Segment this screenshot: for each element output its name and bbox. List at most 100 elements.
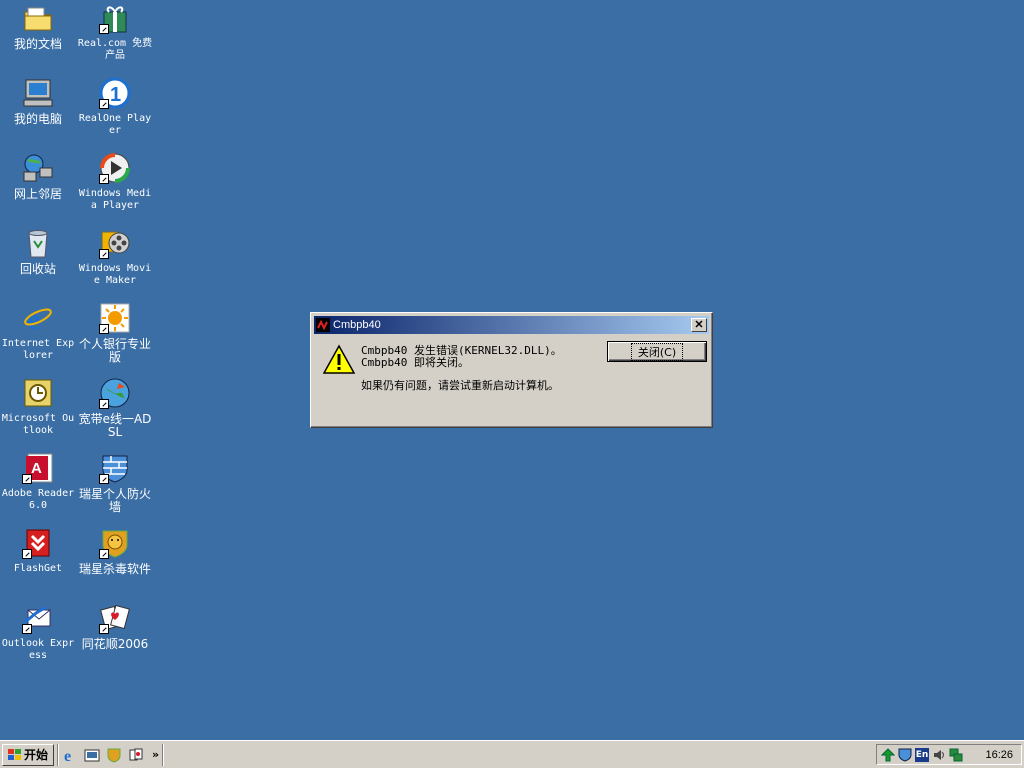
icon-label: Microsoft Outlook [1,413,75,436]
svg-text:e: e [27,303,40,334]
system-tray: En 16:26 [876,744,1022,765]
message-line-closing: Cmbpb40 即将关闭。 [361,356,469,369]
real-gift-icon [99,2,131,34]
firewall-icon [99,452,131,484]
desktop-icon-internet-explorer[interactable]: e Internet Explorer [0,302,76,362]
desktop-icon-rising-firewall[interactable]: 瑞星个人防火墙 [77,452,153,514]
media-player-icon [99,152,131,184]
svg-text:e: e [64,748,71,763]
desktop-icon-rising-antivirus[interactable]: 瑞星杀毒软件 [77,527,153,576]
dialog-message: Cmbpb40 发生错误(KERNEL32.DLL)。 Cmbpb40 即将关闭… [361,345,562,392]
volume-tray-icon[interactable] [932,748,946,762]
message-line-restart-hint: 如果仍有问题，请尝试重新启动计算机。 [361,379,559,392]
desktop-icon-windows-media-player[interactable]: Windows Media Player [77,152,153,212]
shortcut-arrow-icon [99,99,109,109]
desktop-icon-my-computer[interactable]: 我的电脑 [0,77,76,126]
start-label: 开始 [23,748,48,762]
network-icon [22,152,54,184]
quicklaunch-show-desktop-icon[interactable] [84,747,100,763]
shortcut-arrow-icon [99,174,109,184]
desktop-icon-adobe-reader[interactable]: A Adobe Reader 6.0 [0,452,76,512]
icon-label: Windows Media Player [78,188,152,211]
outlook-icon [22,377,54,409]
shortcut-arrow-icon [99,399,109,409]
dialog-titlebar[interactable]: Cmbpb40 ✕ [314,316,709,334]
icon-label: 宽带e线一ADSL [78,412,152,439]
recycle-bin-icon [22,227,54,259]
language-tray-icon[interactable]: En [915,747,929,762]
cards-icon [99,602,131,634]
desktop-icon-personal-bank[interactable]: 个人银行专业版 [77,302,153,364]
internet-explorer-icon: e [22,302,54,336]
desktop-icon-recycle-bin[interactable]: 回收站 [0,227,76,276]
globe-icon [99,377,131,409]
desktop: 我的文档 我的电脑 网上邻居 回收站 e Internet Explorer M… [0,0,1024,740]
lion-icon [99,527,131,559]
icon-label: 个人银行专业版 [78,337,151,364]
adobe-reader-icon: A [22,452,54,484]
realone-player-icon: 1 [99,77,131,109]
taskbar-divider [162,743,165,766]
close-button[interactable]: 关闭(C) [607,341,707,362]
icon-label: Internet Explorer [1,338,75,361]
flashget-icon [22,527,54,559]
shortcut-arrow-icon [99,549,109,559]
shortcut-arrow-icon [22,474,32,484]
desktop-icon-broadband-adsl[interactable]: 宽带e线一ADSL [77,377,153,439]
dialog-title: Cmbpb40 [333,319,381,331]
shortcut-arrow-icon [99,249,109,259]
icon-label: RealOne Player [78,113,152,136]
icon-label: Adobe Reader 6.0 [1,488,75,511]
icon-label: Real.com 免费产品 [77,38,153,61]
shortcut-arrow-icon [99,24,109,34]
icon-label: 网上邻居 [13,187,62,201]
icon-label: FlashGet [13,563,63,574]
quicklaunch-ie-icon[interactable]: e [62,747,78,765]
icon-label: 瑞星个人防火墙 [78,487,151,514]
desktop-icon-microsoft-outlook[interactable]: Microsoft Outlook [0,377,76,437]
taskbar-divider [57,743,59,766]
shortcut-arrow-icon [22,549,32,559]
network-connection-tray-icon[interactable] [949,748,963,762]
icon-label: Windows Movie Maker [78,263,152,286]
icon-label: Outlook Express [1,638,75,661]
shortcut-arrow-icon [22,624,32,634]
folder-icon [22,2,54,34]
warning-icon [322,344,356,376]
network-tray-icon[interactable] [880,747,896,762]
quicklaunch-tonghuashun-icon[interactable] [128,747,144,763]
clock[interactable]: 16:26 [985,749,1013,761]
movie-maker-icon [99,227,131,259]
desktop-icon-my-documents[interactable]: 我的文档 [0,2,76,51]
icon-label: 回收站 [19,262,56,276]
svg-text:1: 1 [110,84,121,106]
desktop-icon-realone-player[interactable]: 1 RealOne Player [77,77,153,137]
close-icon[interactable]: ✕ [691,318,707,332]
start-button[interactable]: 开始 [2,743,54,766]
computer-icon [22,77,54,109]
quick-launch: e » [62,747,159,765]
sun-icon [99,302,131,334]
desktop-icon-windows-movie-maker[interactable]: Windows Movie Maker [77,227,153,287]
shortcut-arrow-icon [99,474,109,484]
windows-logo-icon [7,748,21,760]
firewall-tray-icon[interactable] [898,748,912,762]
icon-label: 同花顺2006 [81,637,149,651]
error-dialog: Cmbpb40 ✕ Cmbpb40 发生错误(KERNEL32.DLL)。 Cm… [310,312,713,428]
icon-label: 我的电脑 [13,112,62,126]
desktop-icon-real-com[interactable]: Real.com 免费产品 [77,2,153,62]
desktop-icon-tonghuashun[interactable]: 同花顺2006 [77,602,153,651]
taskbar: 开始 e » En 16:26 [0,740,1024,768]
quicklaunch-overflow-chevron[interactable]: » [152,748,159,761]
shortcut-arrow-icon [99,324,109,334]
outlook-express-icon [22,602,54,634]
desktop-icon-flashget[interactable]: FlashGet [0,527,76,575]
desktop-icon-network-places[interactable]: 网上邻居 [0,152,76,201]
svg-text:A: A [31,460,42,477]
app-icon [316,318,330,332]
icon-label: 瑞星杀毒软件 [78,562,151,576]
quicklaunch-antivirus-icon[interactable] [106,747,122,763]
icon-label: 我的文档 [13,37,62,51]
desktop-icon-outlook-express[interactable]: Outlook Express [0,602,76,662]
language-label: En [915,749,929,760]
